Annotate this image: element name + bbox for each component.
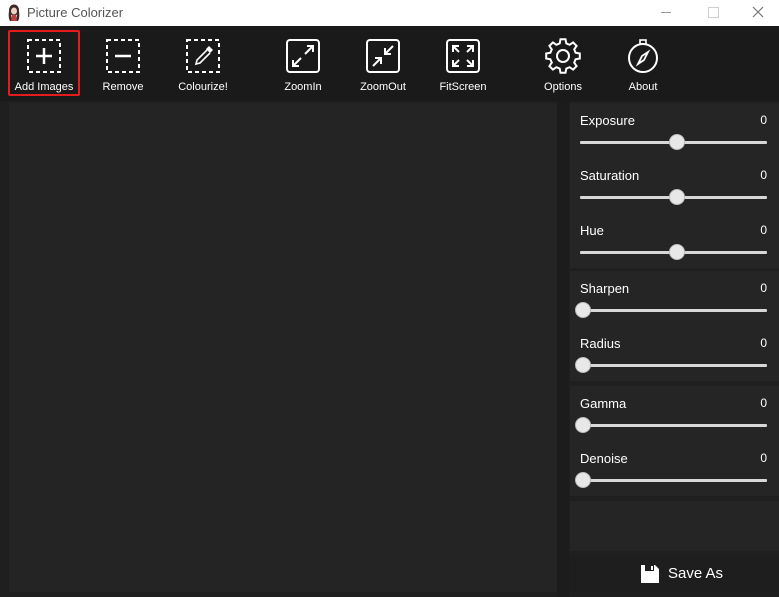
image-canvas[interactable] xyxy=(9,103,557,592)
add-image-icon xyxy=(27,39,61,73)
compass-icon xyxy=(628,39,658,73)
zoom-out-label: ZoomOut xyxy=(360,81,406,93)
gear-icon xyxy=(545,38,581,74)
denoise-value: 0 xyxy=(760,451,767,465)
gamma-slider[interactable] xyxy=(580,424,767,427)
zoom-out-button[interactable]: ZoomOut xyxy=(347,30,419,96)
sharpen-slider-row: Sharpen 0 xyxy=(570,281,779,336)
colourize-button[interactable]: Colourize! xyxy=(167,30,239,96)
radius-slider[interactable] xyxy=(580,364,767,367)
exposure-slider-thumb[interactable] xyxy=(669,134,685,150)
remove-button[interactable]: Remove xyxy=(87,30,159,96)
save-as-label: Save As xyxy=(668,565,724,582)
fit-screen-label: FitScreen xyxy=(439,81,487,93)
options-button[interactable]: Options xyxy=(527,30,599,96)
zoom-out-icon xyxy=(366,39,400,73)
hue-slider-row: Hue 0 xyxy=(570,223,779,278)
maximize-button[interactable] xyxy=(689,0,735,26)
fit-screen-button[interactable]: FitScreen xyxy=(427,30,499,96)
app-logo-icon xyxy=(6,4,22,22)
denoise-label: Denoise xyxy=(580,451,628,466)
panel-divider xyxy=(557,101,569,597)
hue-slider-thumb[interactable] xyxy=(669,244,685,260)
radius-label: Radius xyxy=(580,336,621,351)
floppy-disk-icon xyxy=(641,565,659,583)
tone-adjustments-panel: Gamma 0 Denoise 0 xyxy=(570,386,779,496)
sharpen-label: Sharpen xyxy=(580,281,630,296)
remove-icon xyxy=(106,39,140,73)
exposure-value: 0 xyxy=(760,113,767,127)
zoom-in-label: ZoomIn xyxy=(284,81,322,93)
hue-label: Hue xyxy=(580,223,604,238)
radius-slider-row: Radius 0 xyxy=(570,336,779,391)
add-images-button[interactable]: Add Images xyxy=(8,30,80,96)
hue-value: 0 xyxy=(760,223,767,237)
exposure-label: Exposure xyxy=(580,113,635,128)
add-images-label: Add Images xyxy=(14,81,74,93)
denoise-slider[interactable] xyxy=(580,479,767,482)
about-button[interactable]: About xyxy=(607,30,679,96)
close-button[interactable] xyxy=(735,0,779,26)
sharpen-slider-thumb[interactable] xyxy=(575,302,591,318)
remove-label: Remove xyxy=(102,81,144,93)
saturation-slider-thumb[interactable] xyxy=(669,189,685,205)
denoise-slider-row: Denoise 0 xyxy=(570,451,779,506)
sharpen-value: 0 xyxy=(760,281,767,295)
sharpen-slider[interactable] xyxy=(580,309,767,312)
zoom-in-icon xyxy=(286,39,320,73)
eyedropper-icon xyxy=(186,39,220,73)
denoise-slider-thumb[interactable] xyxy=(575,472,591,488)
zoom-in-button[interactable]: ZoomIn xyxy=(267,30,339,96)
saturation-label: Saturation xyxy=(580,168,640,183)
toolbar: Add Images Remove Colourize! ZoomIn Zoom… xyxy=(0,26,779,101)
radius-value: 0 xyxy=(760,336,767,350)
empty-panel-area xyxy=(570,501,779,551)
colourize-label: Colourize! xyxy=(178,81,228,93)
minimize-button[interactable] xyxy=(643,0,689,26)
gamma-value: 0 xyxy=(760,396,767,410)
save-as-button[interactable]: Save As xyxy=(570,555,779,593)
gamma-slider-row: Gamma 0 xyxy=(570,396,779,451)
options-label: Options xyxy=(544,81,582,93)
title-bar: Picture Colorizer xyxy=(0,0,779,26)
window-title: Picture Colorizer xyxy=(27,5,124,20)
radius-slider-thumb[interactable] xyxy=(575,357,591,373)
gamma-slider-thumb[interactable] xyxy=(575,417,591,433)
color-adjustments-panel: Exposure 0 Saturation 0 Hue 0 xyxy=(570,103,779,268)
close-icon xyxy=(752,6,764,18)
gamma-label: Gamma xyxy=(580,396,627,411)
saturation-value: 0 xyxy=(760,168,767,182)
about-label: About xyxy=(628,81,658,93)
saturation-slider-row: Saturation 0 xyxy=(570,168,779,223)
fit-screen-icon xyxy=(446,39,480,73)
exposure-slider-row: Exposure 0 xyxy=(570,113,779,168)
detail-adjustments-panel: Sharpen 0 Radius 0 xyxy=(570,271,779,381)
